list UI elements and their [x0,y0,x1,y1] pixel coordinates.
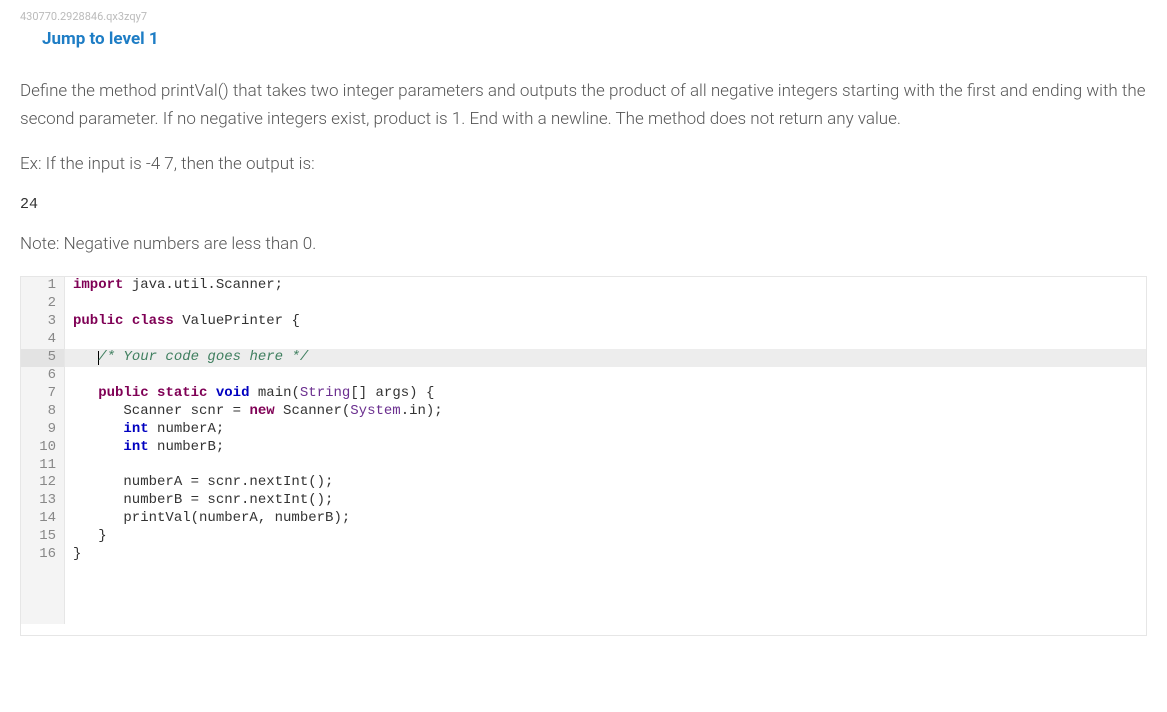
problem-note: Note: Negative numbers are less than 0. [20,231,1147,258]
code-content[interactable]: } [65,546,1146,564]
code-line[interactable]: 7 public static void main(String[] args)… [21,385,1146,403]
code-line[interactable]: 10 int numberB; [21,439,1146,457]
line-number: 12 [21,474,65,492]
line-number: 9 [21,421,65,439]
line-number: 3 [21,313,65,331]
code-content[interactable]: } [65,528,1146,546]
line-number: 8 [21,403,65,421]
line-number: 13 [21,492,65,510]
code-line[interactable]: 11 [21,457,1146,475]
code-line[interactable]: 1import java.util.Scanner; [21,277,1146,295]
line-number: 4 [21,331,65,349]
code-line[interactable]: 12 numberA = scnr.nextInt(); [21,474,1146,492]
line-number: 15 [21,528,65,546]
code-content[interactable] [65,295,1146,313]
code-line[interactable]: 16} [21,546,1146,564]
breadcrumb: 430770.2928846.qx3zqy7 [20,10,1147,23]
code-line[interactable]: 15 } [21,528,1146,546]
code-line[interactable]: 4 [21,331,1146,349]
code-line[interactable]: 8 Scanner scnr = new Scanner(System.in); [21,403,1146,421]
line-number: 6 [21,367,65,385]
code-content[interactable]: Scanner scnr = new Scanner(System.in); [65,403,1146,421]
code-editor[interactable]: 1import java.util.Scanner;2 3public clas… [20,276,1147,636]
code-content[interactable]: public static void main(String[] args) { [65,385,1146,403]
code-content[interactable]: int numberA; [65,421,1146,439]
line-number: 14 [21,510,65,528]
code-line[interactable]: 5 /* Your code goes here */ [21,349,1146,367]
line-number: 2 [21,295,65,313]
code-content[interactable]: numberB = scnr.nextInt(); [65,492,1146,510]
line-number: 5 [21,349,65,367]
code-line[interactable]: 6 [21,367,1146,385]
code-content[interactable]: printVal(numberA, numberB); [65,510,1146,528]
code-line[interactable]: 14 printVal(numberA, numberB); [21,510,1146,528]
line-number: 11 [21,457,65,475]
problem-description: Define the method printVal() that takes … [20,77,1147,133]
code-content[interactable]: public class ValuePrinter { [65,313,1146,331]
code-line[interactable]: 2 [21,295,1146,313]
line-number: 7 [21,385,65,403]
code-line[interactable]: 9 int numberA; [21,421,1146,439]
code-content[interactable]: int numberB; [65,439,1146,457]
jump-to-level-link[interactable]: Jump to level 1 [42,29,159,49]
code-content[interactable] [65,457,1146,475]
line-number: 16 [21,546,65,564]
code-content[interactable] [65,331,1146,349]
line-number: 10 [21,439,65,457]
code-content[interactable]: import java.util.Scanner; [65,277,1146,295]
example-prompt: Ex: If the input is -4 7, then the outpu… [20,151,1147,178]
code-content[interactable]: numberA = scnr.nextInt(); [65,474,1146,492]
line-number: 1 [21,277,65,295]
code-line[interactable]: 3public class ValuePrinter { [21,313,1146,331]
example-output: 24 [20,196,1147,213]
code-content[interactable]: /* Your code goes here */ [65,349,1146,367]
code-line[interactable]: 13 numberB = scnr.nextInt(); [21,492,1146,510]
code-content[interactable] [65,367,1146,385]
